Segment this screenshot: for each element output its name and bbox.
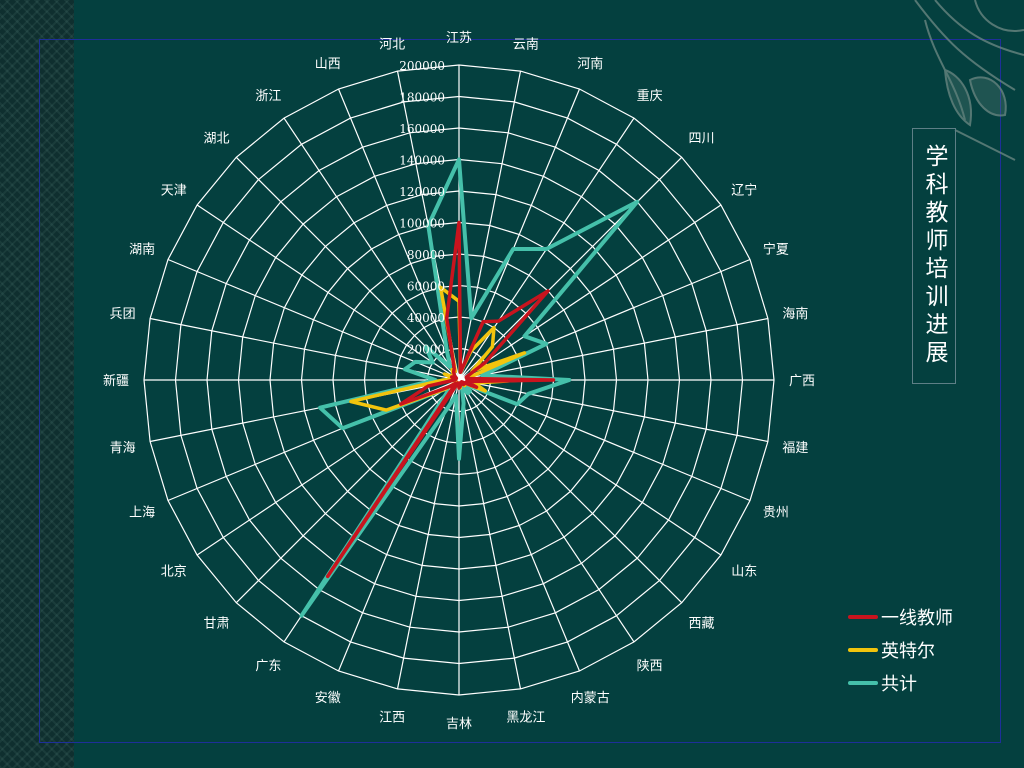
legend-label-frontline: 一线教师	[881, 607, 953, 629]
category-label-17: 吉林	[446, 717, 472, 732]
legend: 一线教师 英特尔 共计	[848, 600, 953, 699]
category-label-3: 河南	[577, 56, 603, 72]
radial-tick-label-9: 180000	[399, 91, 445, 105]
grid-spoke-15	[458, 379, 581, 672]
category-label-30: 浙江	[255, 89, 281, 104]
category-label-27: 湖南	[129, 242, 155, 258]
category-label-31: 山西	[315, 57, 341, 72]
category-label-25: 新疆	[103, 373, 129, 389]
radial-tick-label-1: 20000	[407, 343, 445, 357]
category-label-12: 山东	[731, 565, 757, 580]
legend-item-intel: 英特尔	[848, 633, 953, 666]
category-label-5: 四川	[688, 132, 714, 147]
category-label-15: 内蒙古	[571, 690, 610, 706]
legend-label-total: 共计	[881, 673, 917, 695]
category-label-29: 湖北	[203, 132, 229, 147]
category-label-2: 云南	[513, 37, 539, 53]
category-label-11: 贵州	[763, 505, 789, 520]
radial-tick-label-10: 200000	[399, 59, 445, 73]
category-label-16: 黑龙江	[506, 710, 545, 725]
legend-item-total: 共计	[848, 666, 953, 699]
radial-tick-label-5: 100000	[399, 217, 445, 231]
legend-swatch-intel	[848, 647, 878, 652]
legend-swatch-frontline	[848, 614, 878, 619]
category-label-28: 天津	[161, 183, 187, 198]
radar-series	[299, 157, 640, 618]
legend-label-intel: 英特尔	[881, 640, 935, 662]
radial-tick-label-7: 140000	[399, 154, 445, 168]
category-label-32: 河北	[379, 38, 405, 53]
legend-swatch-total	[848, 680, 878, 685]
category-label-14: 陕西	[637, 659, 663, 674]
category-label-23: 上海	[129, 505, 155, 520]
radial-tick-label-4: 80000	[407, 248, 445, 262]
category-label-8: 海南	[782, 306, 808, 322]
series-line-3	[299, 157, 640, 618]
radial-tick-label-3: 60000	[407, 280, 445, 294]
category-label-19: 安徽	[315, 691, 341, 706]
category-label-6: 辽宁	[731, 182, 757, 198]
category-label-9: 广西	[789, 374, 815, 389]
radial-tick-label-2: 40000	[407, 311, 445, 325]
category-label-21: 甘肃	[203, 617, 229, 632]
radial-tick-label-8: 160000	[399, 122, 445, 136]
legend-item-frontline: 一线教师	[848, 600, 953, 633]
category-label-4: 重庆	[637, 88, 663, 104]
category-label-18: 江西	[379, 710, 405, 725]
category-label-7: 宁夏	[763, 242, 789, 258]
category-label-1: 江苏	[446, 30, 472, 46]
category-label-20: 广东	[255, 659, 281, 674]
category-label-22: 北京	[161, 565, 187, 580]
category-label-10: 福建	[782, 441, 808, 456]
category-label-26: 兵团	[110, 307, 136, 322]
category-label-24: 青海	[110, 441, 136, 456]
title-box: 学科教师培训进展	[912, 128, 956, 384]
chart-title: 学科教师培训进展	[921, 144, 947, 368]
category-label-13: 西藏	[688, 617, 714, 632]
radial-tick-label-6: 120000	[399, 185, 445, 199]
